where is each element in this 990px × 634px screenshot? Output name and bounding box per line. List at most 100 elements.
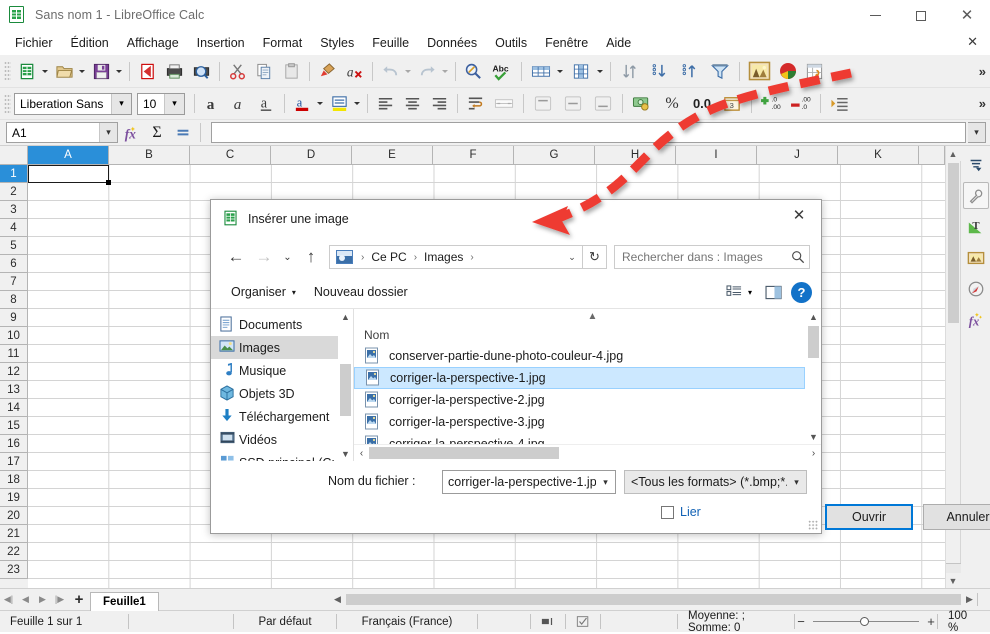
new-document-button[interactable] [14, 58, 41, 84]
filetype-dropdown-icon[interactable]: ▾ [787, 471, 806, 493]
file-row-3[interactable]: corriger-la-perspective-3.jpg [354, 411, 805, 433]
select-all-corner[interactable] [0, 146, 28, 165]
row-header-10[interactable]: 10 [0, 327, 28, 345]
open-file-dropdown-icon[interactable] [79, 69, 85, 73]
filetype-combo[interactable]: <Tous les formats> (*.bmp;*.dx ▾ [624, 470, 807, 494]
zoom-slider[interactable] [807, 614, 925, 630]
clone-formatting-button[interactable] [314, 58, 341, 84]
increase-indent-button[interactable] [825, 91, 855, 117]
spelling-button[interactable]: Abc [487, 58, 517, 84]
nav-item-videos[interactable]: Vidéos [211, 428, 353, 451]
search-input[interactable] [615, 249, 787, 265]
paste-button[interactable] [278, 58, 305, 84]
function-wizard-button[interactable]: fx [118, 122, 144, 144]
save-button[interactable] [88, 58, 115, 84]
align-left-button[interactable] [372, 91, 399, 117]
cut-button[interactable] [224, 58, 251, 84]
document-modified-icon[interactable] [566, 614, 600, 630]
row-header-12[interactable]: 12 [0, 363, 28, 381]
row-header-15[interactable]: 15 [0, 417, 28, 435]
row-header-22[interactable]: 22 [0, 543, 28, 561]
menu-affichage[interactable]: Affichage [118, 33, 188, 53]
align-center-button[interactable] [399, 91, 426, 117]
font-size-combo[interactable]: 10 ▾ [137, 92, 185, 115]
zoom-slider-knob[interactable] [860, 617, 869, 626]
print-preview-button[interactable] [188, 58, 215, 84]
align-right-button[interactable] [426, 91, 453, 117]
refresh-button[interactable]: ↻ [583, 245, 607, 269]
open-button[interactable]: Ouvrir [825, 504, 913, 530]
align-bottom-button[interactable] [588, 91, 618, 117]
nav-item-ssd-principal[interactable]: SSD principal (C: [211, 451, 353, 461]
scroll-down-button[interactable]: ▼ [945, 573, 961, 588]
nav-item-documents[interactable]: Documents [211, 313, 353, 336]
italic-button[interactable]: a [226, 91, 253, 117]
clear-formatting-button[interactable]: a [341, 58, 368, 84]
close-document-button[interactable]: ✕ [967, 34, 978, 50]
cancel-button[interactable]: Annuler [923, 504, 990, 530]
search-box[interactable] [614, 245, 810, 269]
column-header-f[interactable]: F [433, 146, 514, 165]
menu-fichier[interactable]: Fichier [6, 33, 62, 53]
add-decimal-button[interactable]: .0.00 [756, 91, 786, 117]
menu-outils[interactable]: Outils [486, 33, 536, 53]
sidebar-styles-icon[interactable]: T [963, 213, 989, 240]
formula-expand-button[interactable]: ▾ [968, 122, 986, 143]
breadcrumb[interactable]: › Ce PC › Images › ⌄ [329, 245, 583, 269]
row-header-14[interactable]: 14 [0, 399, 28, 417]
format-date-button[interactable]: 3 [717, 91, 747, 117]
breadcrumb-dropdown-icon[interactable]: ⌄ [562, 246, 582, 268]
nav-item-musique[interactable]: Musique [211, 359, 353, 382]
menu-feuille[interactable]: Feuille [363, 33, 418, 53]
row-header-18[interactable]: 18 [0, 471, 28, 489]
file-scroll-thumb[interactable] [808, 326, 819, 358]
row-header-16[interactable]: 16 [0, 435, 28, 453]
format-percent-button[interactable]: % [657, 91, 687, 117]
formula-button[interactable] [170, 122, 196, 144]
redo-button[interactable] [414, 58, 441, 84]
nav-scroll-up-button[interactable]: ▲ [338, 309, 353, 324]
menu-edition[interactable]: Édition [62, 33, 118, 53]
sidebar-settings-icon[interactable] [963, 151, 989, 178]
nav-item-images[interactable]: Images [211, 336, 353, 359]
view-layout-button[interactable]: ▾ [721, 282, 757, 303]
last-sheet-button[interactable]: |▶ [51, 590, 68, 610]
filename-dropdown-icon[interactable]: ▾ [596, 471, 615, 493]
nav-item-telechargement[interactable]: Téléchargement [211, 405, 353, 428]
name-box-dropdown-icon[interactable]: ▾ [99, 123, 117, 142]
format-number-button[interactable]: 0.0 [687, 91, 717, 117]
file-list[interactable]: conserver-partie-dune-photo-couleur-4.jp… [354, 345, 821, 444]
row-header-2[interactable]: 2 [0, 183, 28, 201]
nav-pane-scrollbar[interactable]: ▲ ▼ [338, 309, 353, 461]
sort-ascending-button[interactable] [645, 58, 675, 84]
sidebar-gallery-icon[interactable] [963, 244, 989, 271]
menu-styles[interactable]: Styles [311, 33, 363, 53]
back-button[interactable]: ← [222, 243, 250, 271]
zoom-in-button[interactable]: + [925, 614, 937, 629]
undo-button[interactable] [377, 58, 404, 84]
add-sheet-button[interactable]: + [68, 590, 90, 610]
link-checkbox-group[interactable]: Lier [661, 505, 701, 519]
filename-combo[interactable]: corriger-la-perspective-1.jpg ▾ [442, 470, 616, 494]
row-header-9[interactable]: 9 [0, 309, 28, 327]
column-header-b[interactable]: B [109, 146, 190, 165]
file-hscroll-left-button[interactable]: ‹ [354, 448, 369, 459]
print-button[interactable] [161, 58, 188, 84]
column-header-a[interactable]: A [28, 146, 109, 165]
font-color-dropdown-icon[interactable] [317, 102, 323, 105]
toolbar-grip[interactable] [4, 61, 11, 81]
font-name-dropdown-icon[interactable]: ▾ [111, 93, 131, 114]
standard-toolbar-overflow-button[interactable]: » [979, 64, 986, 79]
help-button[interactable]: ? [791, 281, 812, 303]
find-replace-button[interactable] [460, 58, 487, 84]
sort-indicator-icon[interactable]: ▲ [588, 311, 598, 322]
insert-row-button[interactable] [526, 58, 556, 84]
status-language[interactable]: Français (France) [337, 614, 477, 630]
active-cell-a1[interactable] [28, 165, 111, 185]
font-color-button[interactable]: a [289, 91, 316, 117]
delete-decimal-button[interactable]: .00.0 [786, 91, 816, 117]
link-checkbox[interactable] [661, 505, 674, 519]
row-header-13[interactable]: 13 [0, 381, 28, 399]
save-dropdown-icon[interactable] [116, 69, 122, 73]
row-header-1[interactable]: 1 [0, 165, 28, 183]
